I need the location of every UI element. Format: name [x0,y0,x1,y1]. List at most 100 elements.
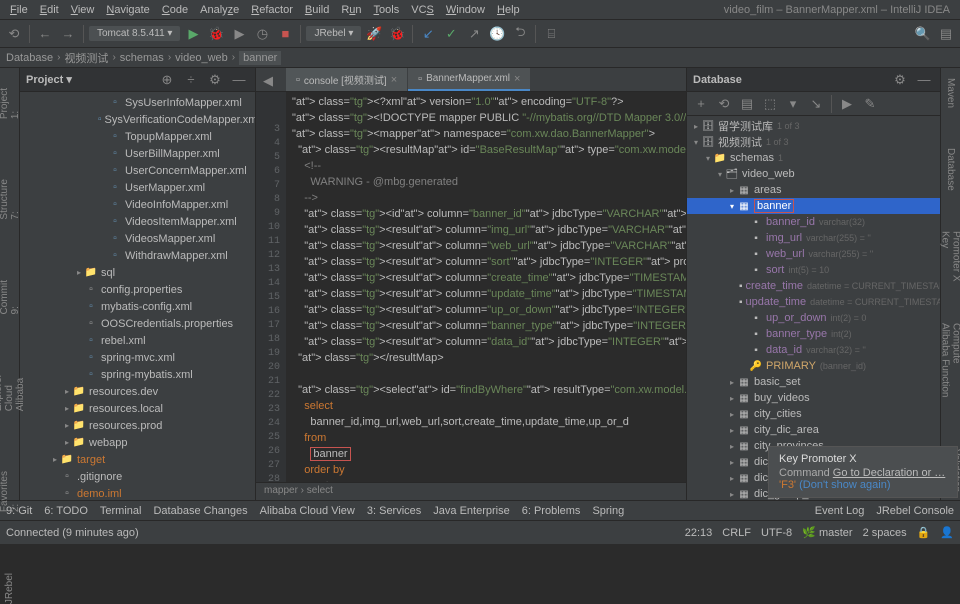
status-line-sep[interactable]: CRLF [722,527,751,539]
db-console-icon[interactable]: ▤ [737,94,757,114]
db-tx-icon[interactable]: ✎ [860,94,880,114]
status-cursor-pos[interactable]: 22:13 [685,527,713,539]
tool-database[interactable]: Database [945,148,956,191]
crumb-database[interactable]: Database [6,52,53,64]
bottom-todo[interactable]: 6: TODO [44,505,88,517]
project-tree[interactable]: ▫SysUserInfoMapper.xml ▫SysVerificationC… [20,92,255,500]
tool-commit[interactable]: 9: Commit [0,280,21,314]
status-indent[interactable]: 2 spaces [863,527,907,539]
database-tree[interactable]: ▸🗄留学测试库1 of 3▾🗄视频测试1 of 3▾📁schemas1▾🗂vid… [687,116,940,500]
database-tree-node[interactable]: ▪banner_typeint(2) [687,326,940,342]
bottom-jrebel[interactable]: JRebel Console [876,505,954,517]
structure-icon[interactable]: ⌸ [541,24,561,44]
project-panel-title[interactable]: Project ▾ [26,73,72,86]
db-hide-icon[interactable]: — [914,70,934,90]
project-tree-node[interactable]: ▫VideoInfoMapper.xml [20,196,255,213]
database-tree-node[interactable]: ▪data_idvarchar(32) = '' [687,342,940,358]
forward-icon[interactable]: → [58,24,78,44]
run-config-combo[interactable]: Tomcat 8.5.411 ▾ [89,26,180,41]
database-tree-node[interactable]: ▾▦banner [687,198,940,214]
database-tree-node[interactable]: ▸▦city_dic_area [687,422,940,438]
project-tree-node[interactable]: ▫VideosItemMapper.xml [20,213,255,230]
tool-key-promoter[interactable]: Key Promoter X [940,231,960,283]
bottom-services[interactable]: 3: Services [367,505,421,517]
key-promoter-tooltip[interactable]: Key Promoter X Command Go to Declaration… [768,446,958,498]
database-tree-node[interactable]: ▪banner_idvarchar(32) [687,214,940,230]
project-tree-node[interactable]: ▫spring-mybatis.xml [20,366,255,383]
git-commit-icon[interactable]: ✓ [441,24,461,44]
bottom-problems[interactable]: 6: Problems [522,505,581,517]
tool-function-compute[interactable]: Alibaba Function Compute [940,323,960,410]
project-tree-node[interactable]: ▸📁resources.local [20,400,255,417]
database-tree-node[interactable]: ▪web_urlvarchar(255) = '' [687,246,940,262]
menu-code[interactable]: Code [156,2,194,18]
project-tree-node[interactable]: ▸📁resources.dev [20,383,255,400]
project-tree-node[interactable]: ▫mybatis-config.xml [20,298,255,315]
db-stop-icon[interactable]: ⬚ [760,94,780,114]
project-tree-node[interactable]: ▫UserBillMapper.xml [20,145,255,162]
bottom-spring[interactable]: Spring [592,505,624,517]
debug-icon[interactable]: 🐞 [206,24,226,44]
project-tree-node[interactable]: ▫UserMapper.xml [20,179,255,196]
project-tree-node[interactable]: ▸📁sql [20,264,255,281]
status-inspection-icon[interactable]: 👤 [940,526,954,539]
db-filter-icon[interactable]: ▾ [783,94,803,114]
search-icon[interactable]: 🔍 [913,24,933,44]
bottom-terminal[interactable]: Terminal [100,505,142,517]
profile-icon[interactable]: ◷ [252,24,272,44]
database-tree-node[interactable]: ▾🗂video_web [687,166,940,182]
database-tree-node[interactable]: ▪img_urlvarchar(255) = '' [687,230,940,246]
tool-favorites[interactable]: 2: Favorites [0,471,21,512]
editor-gutter[interactable]: 3456789101112131415161718192021222324252… [256,92,286,482]
database-tree-node[interactable]: ▸▦city_cities [687,406,940,422]
select-opened-icon[interactable]: ⊕ [157,70,177,90]
stop-icon[interactable]: ■ [275,24,295,44]
database-tree-node[interactable]: 🔑PRIMARY(banner_id) [687,358,940,374]
jrebel-debug-icon[interactable]: 🐞 [387,24,407,44]
project-tree-node[interactable]: ▫UserConcernMapper.xml [20,162,255,179]
menu-run[interactable]: Run [335,2,367,18]
tab-left-icon[interactable]: ◀ [258,71,278,91]
database-tree-node[interactable]: ▸🗄留学测试库1 of 3 [687,118,940,134]
settings-icon[interactable]: ▤ [936,24,956,44]
project-tree-node[interactable]: ▫spring-mvc.xml [20,349,255,366]
project-tree-node[interactable]: ▫VideosMapper.xml [20,230,255,247]
status-lock-icon[interactable]: 🔒 [917,526,931,539]
project-tree-node[interactable]: ▫OOSCredentials.properties [20,315,255,332]
project-tree-node[interactable]: ▫rebel.xml [20,332,255,349]
database-tree-node[interactable]: ▾📁schemas1 [687,150,940,166]
jrebel-combo[interactable]: JRebel ▾ [306,26,361,41]
bottom-db-changes[interactable]: Database Changes [153,505,247,517]
jrebel-run-icon[interactable]: 🚀 [364,24,384,44]
tool-jrebel[interactable]: JRebel [4,573,15,604]
project-tree-node[interactable]: ▸📁resources.prod [20,417,255,434]
git-push-icon[interactable]: ↗ [464,24,484,44]
coverage-icon[interactable]: ▶ [229,24,249,44]
status-encoding[interactable]: UTF-8 [761,527,792,539]
menu-analyze[interactable]: Analyze [194,2,245,18]
menu-vcs[interactable]: VCS [405,2,440,18]
crumb-schemas[interactable]: schemas [120,52,164,64]
tool-structure[interactable]: 7: Structure [0,179,21,220]
project-tree-node[interactable]: ▫SysVerificationCodeMapper.xml [20,111,255,128]
git-rollback-icon[interactable]: ⮌ [510,24,530,44]
crumb-dbname[interactable]: video_web [175,52,228,64]
database-tree-node[interactable]: ▾🗄视频测试1 of 3 [687,134,940,150]
sync-icon[interactable]: ⟲ [4,24,24,44]
project-tree-node[interactable]: ▫.gitignore [20,468,255,485]
database-tree-node[interactable]: ▪create_timedatetime = CURRENT_TIMESTAMP [687,278,940,294]
menu-window[interactable]: Window [440,2,491,18]
expand-icon[interactable]: ÷ [181,70,201,90]
status-git-branch[interactable]: 🌿 master [802,526,852,539]
database-tree-node[interactable]: ▸▦areas [687,182,940,198]
menu-tools[interactable]: Tools [368,2,406,18]
back-icon[interactable]: ← [35,24,55,44]
project-tree-node[interactable]: ▫TopupMapper.xml [20,128,255,145]
database-tree-node[interactable]: ▪sortint(5) = 10 [687,262,940,278]
database-tree-node[interactable]: ▪update_timedatetime = CURRENT_TIMESTAMP [687,294,940,310]
run-icon[interactable]: ▶ [183,24,203,44]
project-tree-node[interactable]: ▸📁webapp [20,434,255,451]
tool-maven[interactable]: Maven [945,78,956,108]
tool-project[interactable]: 1: Project [0,88,21,119]
tooltip-line2[interactable]: 'F3' (Don't show again) [779,479,947,491]
